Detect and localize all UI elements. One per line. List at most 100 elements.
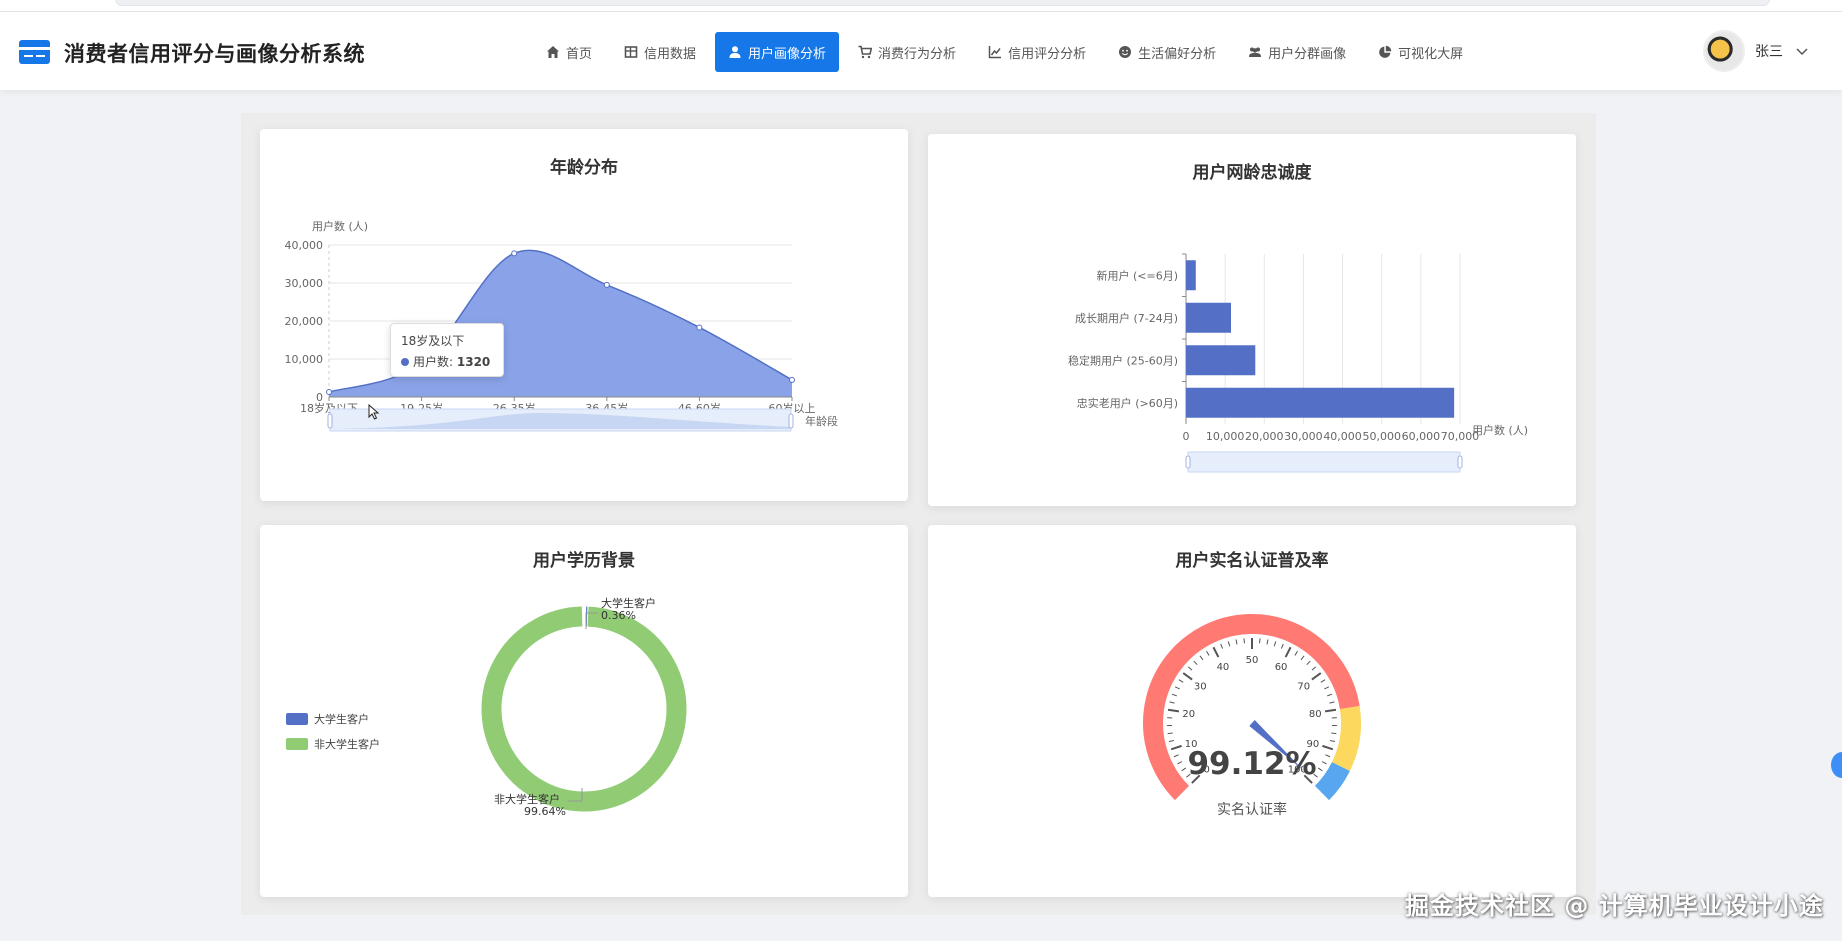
x-tick-label: 50,000 — [1362, 430, 1401, 443]
address-bar[interactable] — [115, 0, 1770, 6]
gauge-caption: 实名认证率 — [1217, 801, 1287, 818]
gauge-minor-tick — [1206, 650, 1210, 656]
y-tick-label: 成长期用户 (7-24月) — [1075, 311, 1178, 325]
zoom-slider — [327, 408, 794, 432]
bar — [1186, 387, 1455, 418]
y-tick-label: 40,000 — [285, 239, 324, 252]
zoom-handle-right — [1457, 455, 1463, 469]
gauge-minor-tick — [1317, 767, 1323, 772]
nav-item-user-segment[interactable]: 用户分群画像 — [1235, 32, 1359, 72]
nav-item-dashboard[interactable]: 可视化大屏 — [1365, 32, 1476, 72]
y-tick-label: 忠实老用户 (>60月) — [1077, 396, 1178, 410]
gauge-minor-tick — [1329, 701, 1335, 704]
gauge-minor-tick — [1321, 761, 1327, 765]
gauge-minor-tick — [1311, 666, 1317, 671]
gauge-tick-label: 60 — [1275, 662, 1288, 673]
gauge-minor-tick — [1174, 686, 1180, 690]
gauge-minor-tick — [1193, 660, 1198, 666]
gauge-minor-tick — [1187, 666, 1193, 671]
pie-chart-icon — [1378, 45, 1392, 59]
gauge-tick-label: 80 — [1309, 709, 1322, 720]
nav-item-life-preference[interactable]: 生活偏好分析 — [1105, 32, 1229, 72]
bar — [1186, 302, 1232, 333]
tenure-loyalty-chart[interactable]: 0 10,000 20,000 30,000 40,000 50,000 60,000 70,… — [928, 134, 1576, 506]
education-donut-chart[interactable]: 大学生客户 0.36% 非大学生客户 99.64% — [260, 525, 908, 897]
gauge-minor-tick — [1168, 739, 1175, 743]
chart-plot-group: 010,00020,00030,00040,00018岁及以下19-25岁26-… — [285, 239, 816, 432]
smile-icon — [1118, 45, 1132, 59]
gauge-minor-tick — [1167, 732, 1173, 735]
age-distribution-chart[interactable]: 010,00020,00030,00040,00018岁及以下19-25岁26-… — [260, 129, 908, 501]
nav-item-home[interactable]: 首页 — [533, 32, 605, 72]
gauge-band-blue — [1314, 761, 1350, 801]
gauge-minor-tick — [1331, 732, 1337, 735]
gauge-minor-tick — [1306, 660, 1311, 666]
line-chart-icon — [988, 45, 1002, 59]
gauge-tick-label: 50 — [1246, 655, 1259, 666]
gauge-minor-tick — [1173, 754, 1179, 758]
nav-item-credit-data[interactable]: 信用数据 — [611, 32, 709, 72]
nav-label: 信用数据 — [644, 46, 697, 62]
gauge-minor-tick — [1199, 655, 1204, 661]
gauge-major-tick — [1322, 744, 1334, 751]
gauge-major-tick — [1167, 708, 1180, 713]
gauge-minor-tick — [1324, 686, 1330, 690]
nav-label: 可视化大屏 — [1398, 46, 1464, 62]
slice-pct-non-student: 99.64% — [524, 805, 566, 818]
tenure-loyalty-card: 用户网龄忠诚度 0 10,000 20,000 30,000 40,000 50,000 6… — [928, 134, 1576, 506]
gauge-minor-tick — [1181, 767, 1187, 772]
gauge-minor-tick — [1280, 643, 1284, 649]
slice-label-student: 大学生客户 — [601, 596, 656, 610]
credit-card-logo-icon — [19, 40, 50, 64]
user-name: 张三 — [1755, 44, 1783, 60]
tooltip-series-label: 用户数: — [413, 355, 454, 369]
main-nav: 首页 信用数据 用户画像分析 消费行为分析 信用评分分析 生活偏好分析 用户分群… — [533, 32, 1482, 72]
floating-action-button[interactable] — [1831, 752, 1842, 778]
gauge-tick-label: 20 — [1182, 709, 1195, 720]
y-axis-label: 用户数 (人) — [312, 219, 368, 233]
gauge-minor-tick — [1171, 693, 1177, 697]
nav-item-consumption[interactable]: 消费行为分析 — [845, 32, 969, 72]
user-menu[interactable]: 张三 — [1703, 30, 1809, 72]
main-content: 年龄分布 010,00020,00030,00040,00018岁及以下19-2… — [241, 113, 1596, 915]
y-tick-label: 20,000 — [285, 315, 324, 328]
gauge-minor-tick — [1178, 679, 1184, 683]
nav-label: 消费行为分析 — [878, 46, 957, 62]
users-icon — [1248, 45, 1262, 59]
watermark-text: 掘金技术社区 @ 计算机毕业设计小途 — [1405, 892, 1824, 920]
data-point — [603, 281, 610, 288]
series-dot — [401, 358, 409, 366]
chevron-down-icon[interactable] — [1795, 44, 1809, 58]
realname-gauge-chart[interactable]: 0102030405060708090100 99.12% 实名认证率 — [928, 525, 1576, 897]
tooltip-value: 1320 — [456, 355, 491, 369]
gauge-band-yellow — [1331, 705, 1361, 771]
slice-pct-student: 0.36% — [601, 609, 636, 622]
nav-item-credit-score[interactable]: 信用评分分析 — [975, 32, 1099, 72]
x-tick-label: 20,000 — [1245, 430, 1284, 443]
home-icon — [546, 45, 560, 59]
zoom-slider-track — [1187, 451, 1461, 473]
x-tick-label: 10,000 — [1206, 430, 1245, 443]
table-icon — [624, 45, 638, 59]
zoom-handle-left — [1185, 455, 1191, 469]
avatar[interactable] — [1703, 30, 1745, 72]
chart-plot-group: 0 10,000 20,000 30,000 40,000 50,000 60,000 70,… — [1068, 253, 1479, 473]
gauge-minor-tick — [1235, 639, 1238, 645]
cart-icon — [858, 45, 873, 59]
x-tick-label: 30,000 — [1284, 430, 1323, 443]
gauge-tick-label: 40 — [1217, 662, 1230, 673]
gauge-minor-tick — [1320, 679, 1326, 683]
nav-item-user-profile[interactable]: 用户画像分析 — [715, 32, 840, 72]
top-header: 消费者信用评分与画像分析系统 首页 信用数据 用户画像分析 消费行为分析 信用评… — [0, 12, 1842, 90]
gauge-tick-label: 30 — [1194, 681, 1207, 692]
y-tick-label: 新用户 (<=6月) — [1096, 268, 1178, 282]
x-axis-label: 年龄段 — [805, 414, 838, 428]
gauge-major-tick — [1324, 708, 1337, 713]
y-tick-label: 30,000 — [285, 277, 324, 290]
browser-top-strip — [0, 0, 1842, 12]
nav-label: 用户分群画像 — [1268, 46, 1347, 62]
gauge-minor-tick — [1266, 639, 1269, 645]
nav-label: 首页 — [566, 46, 593, 62]
nav-label: 生活偏好分析 — [1138, 46, 1217, 62]
gauge-major-tick — [1212, 646, 1220, 658]
